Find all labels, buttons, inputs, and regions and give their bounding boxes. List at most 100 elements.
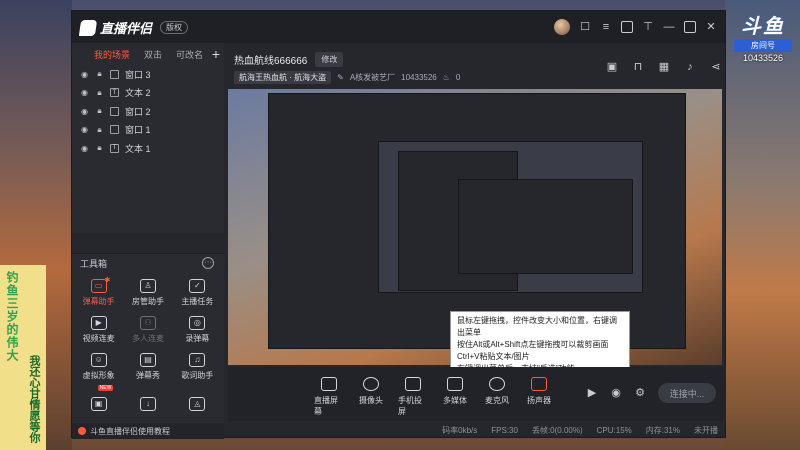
- side-banner-text-2: 我还心甘情愿等你: [28, 355, 40, 443]
- nested-preview-4: [458, 179, 633, 274]
- app-title: 直播伴侣: [100, 21, 153, 36]
- scene-panel: 我的场景 双击 可改名 + ◉ 🔒︎ 窗口 3 ◉ 🔒︎ T 文本 2 ◉ 🔒︎…: [72, 43, 224, 233]
- tool-host-task[interactable]: ✓ 主播任务: [173, 274, 222, 311]
- status-bar: 码率0kb/s FPS:30 丢帧:0(0.00%) CPU:15% 内存:31…: [228, 421, 726, 439]
- tool-room-admin[interactable]: ♙ 房管助手: [123, 274, 172, 311]
- source-label: 窗口 2: [125, 106, 151, 117]
- pencil-icon[interactable]: ✎: [337, 73, 344, 82]
- close-icon[interactable]: ✕: [705, 21, 717, 33]
- tool-danmu-assistant[interactable]: ✱ ▭ 弹幕助手: [74, 274, 123, 311]
- eye-icon[interactable]: ◉: [80, 107, 89, 116]
- mic-button[interactable]: 麦克风: [482, 377, 512, 417]
- title-bar-controls: ☐ ≡ ⊤ — ✕: [554, 19, 717, 35]
- tool-virtual-avatar[interactable]: ☺ 虚拟形象: [74, 348, 123, 385]
- memory-usage: 内存:31%: [645, 425, 680, 435]
- header-icons: ▣ ⊓ ▦ ♪ ⋖: [606, 61, 722, 73]
- speaker-icon: [531, 377, 547, 391]
- tool-label: 虚拟形象: [82, 370, 115, 380]
- douyu-brand: 斗鱼 房间号 10433526: [734, 10, 792, 63]
- scene-tabs: 我的场景 双击 可改名: [72, 43, 224, 65]
- tooltip-line: 鼠标左键拖拽，控件改变大小和位置，右键调出菜单: [457, 316, 617, 337]
- tab-my-scene[interactable]: 我的场景: [94, 48, 130, 61]
- settings-icon[interactable]: ✱: [104, 276, 110, 284]
- screen-capture-button[interactable]: 直播屏幕: [314, 377, 344, 417]
- eye-icon[interactable]: ◉: [80, 144, 89, 153]
- eye-icon[interactable]: ◉: [80, 88, 89, 97]
- douyu-logo: 斗鱼: [741, 16, 785, 38]
- source-item[interactable]: ◉ 🔒︎ 窗口 3: [72, 65, 224, 84]
- calendar-icon[interactable]: ▦: [658, 61, 670, 73]
- screen-icon: [321, 377, 337, 391]
- car-icon: ◬: [189, 396, 206, 411]
- bb-label: 直播屏幕: [314, 396, 338, 416]
- tool-car[interactable]: ◬: [173, 385, 222, 422]
- fire-icon: ♨: [442, 73, 450, 82]
- more-tools-button[interactable]: ···: [202, 257, 214, 269]
- source-item[interactable]: ◉ 🔒︎ T 文本 2: [72, 84, 224, 103]
- unlock-icon[interactable]: ⊓: [632, 61, 644, 73]
- gear-icon[interactable]: ⚙: [634, 387, 646, 399]
- minimize-icon[interactable]: —: [663, 21, 675, 33]
- viewer-count: 0: [455, 73, 461, 82]
- tutorial-link[interactable]: 斗鱼直播伴侣使用教程: [72, 423, 224, 439]
- app-logo: 直播伴侣 版权: [78, 18, 189, 37]
- source-item[interactable]: ◉ 🔒︎ T 文本 1: [72, 139, 224, 158]
- toolbox-title: 工具箱: [80, 258, 108, 269]
- video-link-icon: ▶: [90, 315, 107, 330]
- category-tag[interactable]: 航海王热血航 · 航海大盗: [234, 71, 332, 84]
- eye-icon[interactable]: ◉: [80, 125, 89, 134]
- bb-label: 手机投屏: [398, 396, 422, 416]
- source-item[interactable]: ◉ 🔒︎ 窗口 1: [72, 121, 224, 140]
- go-live-button[interactable]: 连接中...: [658, 383, 716, 403]
- title-bar: 直播伴侣 版权 ☐ ≡ ⊤ — ✕: [72, 11, 725, 43]
- tool-record[interactable]: ◎ 录弹幕: [173, 311, 222, 348]
- record-video-icon[interactable]: ▶: [586, 387, 598, 399]
- live-controls: ▶ ◉ ⚙ 连接中...: [586, 383, 716, 403]
- tool-gift[interactable]: NEW ▣: [74, 385, 123, 422]
- room-label: 房间号: [734, 39, 792, 52]
- fps: FPS:30: [491, 425, 518, 435]
- lyrics-icon: ♫: [189, 352, 206, 367]
- download-icon: ↓: [139, 396, 156, 411]
- tab-rename[interactable]: 可改名: [176, 48, 203, 61]
- window-icon: [110, 69, 119, 79]
- bb-label: 摄像头: [359, 396, 383, 405]
- tab-double-click[interactable]: 双击: [144, 48, 162, 61]
- tool-multi-link[interactable]: ⚇ 多人连麦: [123, 311, 172, 348]
- menu-icon[interactable]: ≡: [600, 21, 612, 33]
- admin-icon: ♙: [139, 278, 156, 293]
- tool-label: 多人连麦: [131, 333, 164, 343]
- tool-download[interactable]: ↓: [123, 385, 172, 422]
- tool-video-link[interactable]: ▶ 视频连麦: [74, 311, 123, 348]
- share-icon[interactable]: ⋖: [710, 61, 722, 73]
- stream-meta: 航海王热血航 · 航海大盗 ✎ A核发被艺厂 10433526 ♨ 0: [234, 71, 460, 84]
- lock-icon[interactable]: 🔒︎: [95, 125, 104, 134]
- phone-cast-button[interactable]: 手机投屏: [398, 377, 428, 417]
- lock-icon[interactable]: 🔒︎: [95, 143, 104, 153]
- version-pill[interactable]: 版权: [160, 21, 189, 34]
- add-scene-button[interactable]: +: [212, 46, 220, 62]
- skin-icon[interactable]: ☐: [579, 21, 591, 33]
- eye-icon[interactable]: ◉: [80, 70, 89, 79]
- studio-name: A核发被艺厂: [349, 73, 396, 82]
- avatar[interactable]: [554, 19, 570, 35]
- pin-icon[interactable]: ⊤: [642, 21, 654, 33]
- avatar-icon: ☺: [90, 352, 107, 367]
- speaker-button[interactable]: 扬声器: [524, 377, 554, 417]
- lock-icon[interactable]: 🔒︎: [95, 88, 104, 97]
- mini-window-icon[interactable]: [621, 21, 633, 33]
- camera-button[interactable]: 摄像头: [356, 377, 386, 417]
- tool-lyrics[interactable]: ♫ 歌词助手: [173, 348, 222, 385]
- bell-icon[interactable]: ♪: [684, 61, 696, 73]
- gift-box-icon[interactable]: ▣: [606, 61, 618, 73]
- tool-danmu-show[interactable]: ▤ 弹幕秀: [123, 348, 172, 385]
- edit-title-button[interactable]: 修改: [315, 52, 344, 67]
- lock-icon[interactable]: 🔒︎: [95, 106, 104, 116]
- bottom-toolbar: 直播屏幕 摄像头 手机投屏 多媒体 麦克风 扬声器 ▶ ◉ ⚙ 连接中...: [228, 367, 726, 421]
- maximize-icon[interactable]: [684, 21, 696, 33]
- mic-icon: [489, 377, 505, 391]
- lock-icon[interactable]: 🔒︎: [95, 69, 104, 79]
- source-item[interactable]: ◉ 🔒︎ 窗口 2: [72, 102, 224, 121]
- media-button[interactable]: 多媒体: [440, 377, 470, 417]
- eye-preview-icon[interactable]: ◉: [610, 387, 622, 399]
